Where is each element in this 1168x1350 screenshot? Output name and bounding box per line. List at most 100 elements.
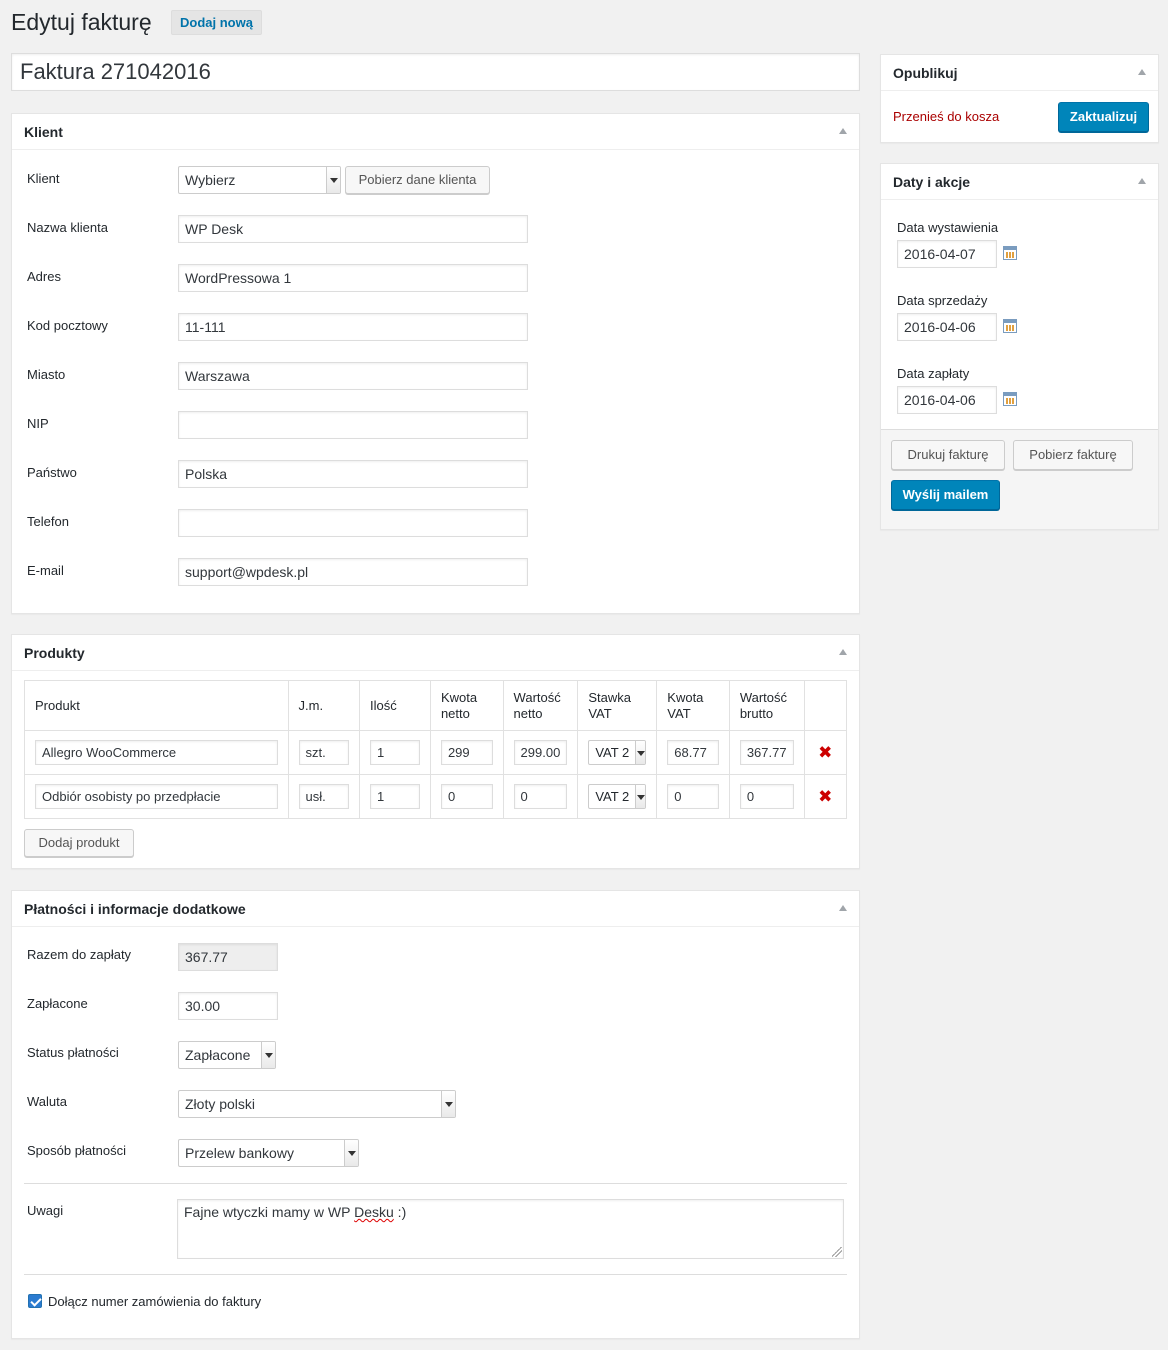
paid-label: Zapłacone [27,996,88,1011]
net-value-input[interactable]: 0 [513,784,568,809]
client-field-label: Miasto [27,367,66,382]
column-header: Wartość brutto [728,680,805,731]
payment-date-label: Data zapłaty [897,366,970,381]
issue-date-input[interactable]: 2016-04-07 [897,240,997,268]
fetch-client-button[interactable]: Pobierz dane klienta [345,166,490,194]
client-field-label: Adres [27,269,61,284]
client-select-value: Wybierz [185,172,236,188]
page-title: Edytuj fakturę [11,9,152,35]
resize-handle-icon[interactable] [832,1247,842,1257]
payment-date-input[interactable]: 2016-04-06 [897,386,997,414]
unit-input[interactable]: usł. [298,784,350,809]
products-box-title: Produkty [24,645,85,661]
notes-label: Uwagi [27,1203,64,1218]
send-email-button[interactable]: Wyślij mailem [891,480,1000,510]
collapse-arrow-icon[interactable] [839,649,847,655]
notes-textarea[interactable]: Fajne wtyczki mamy w WP Desku :) [177,1199,844,1259]
dates-box-header[interactable]: Daty i akcje [881,164,1158,200]
unit-input[interactable]: szt. [298,740,350,765]
collapse-arrow-icon[interactable] [839,905,847,911]
quantity-input[interactable]: 1 [370,784,420,809]
vat-rate-select[interactable]: VAT 2 [588,784,647,809]
client-box: Klient Klient Wybierz Pobierz dane klien… [11,113,860,614]
total-label: Razem do zapłaty [27,947,132,962]
divider [24,1274,847,1275]
currency-label: Waluta [27,1094,67,1109]
column-header: Kwota VAT [656,680,730,731]
vat-rate-value: VAT 2 [595,789,630,804]
notes-misspelled-word: Desku [354,1204,394,1220]
sale-date-input[interactable]: 2016-04-06 [897,313,997,341]
attach-order-number-checkbox[interactable] [28,1294,42,1308]
dropdown-arrow-icon [635,741,646,764]
product-name-input[interactable]: Odbiór osobisty po przedpłacie [35,784,278,809]
net-price-input[interactable]: 0 [440,784,493,809]
product-name-input[interactable]: Allegro WooCommerce [35,740,278,765]
email-input[interactable]: support@wpdesk.pl [178,558,528,586]
column-header: J.m. [287,680,361,731]
move-to-trash-link[interactable]: Przenieś do kosza [893,109,999,124]
payment-method-value: Przelew bankowy [185,1145,294,1161]
delete-row-icon[interactable]: ✖ [815,787,836,807]
dropdown-arrow-icon [326,167,340,193]
postal-code-input[interactable]: 11-111 [178,313,528,341]
calendar-icon[interactable] [1003,392,1017,406]
table-row: Odbiór osobisty po przedpłacie usł. 1 0 … [24,774,848,819]
vat-amount-input[interactable]: 68.77 [667,740,719,765]
dropdown-arrow-icon [344,1140,358,1166]
client-name-input[interactable]: WP Desk [178,215,528,243]
gross-value-input[interactable]: 0 [739,784,794,809]
dropdown-arrow-icon [635,785,646,808]
publish-box: Opublikuj Przenieś do kosza Zaktualizuj [880,54,1159,143]
add-new-button[interactable]: Dodaj nową [171,10,262,35]
payment-status-select[interactable]: Zapłacone [178,1041,276,1069]
calendar-icon[interactable] [1003,246,1017,260]
vat-rate-select[interactable]: VAT 2 [588,740,647,765]
column-header: Kwota netto [429,680,504,731]
payment-method-select[interactable]: Przelew bankowy [178,1139,359,1167]
country-input[interactable]: Polska [178,460,528,488]
payments-box-header[interactable]: Płatności i informacje dodatkowe [12,891,859,927]
quantity-input[interactable]: 1 [370,740,420,765]
address-input[interactable]: WordPressowa 1 [178,264,528,292]
print-invoice-button[interactable]: Drukuj fakturę [891,440,1005,470]
delete-row-icon[interactable]: ✖ [815,743,836,763]
vat-rate-value: VAT 2 [595,745,630,760]
currency-value: Złoty polski [185,1096,256,1112]
vat-amount-input[interactable]: 0 [667,784,719,809]
add-product-button[interactable]: Dodaj produkt [24,829,134,857]
client-field-label: Państwo [27,465,77,480]
column-header-empty [803,680,848,731]
client-box-header[interactable]: Klient [12,114,859,150]
client-select[interactable]: Wybierz [178,166,341,194]
dropdown-arrow-icon [261,1042,275,1068]
publish-box-header[interactable]: Opublikuj [881,55,1158,91]
net-value-input[interactable]: 299.00 [513,740,568,765]
total-input: 367.77 [178,943,278,971]
column-header: Ilość [359,680,431,731]
issue-date-label: Data wystawienia [897,220,999,235]
calendar-icon[interactable] [1003,319,1017,333]
paid-input[interactable]: 30.00 [178,992,278,1020]
collapse-arrow-icon[interactable] [839,128,847,134]
payment-status-label: Status płatności [27,1045,119,1060]
net-price-input[interactable]: 299 [440,740,493,765]
collapse-arrow-icon[interactable] [1138,178,1146,184]
phone-input[interactable] [178,509,528,537]
publish-box-title: Opublikuj [893,65,958,81]
city-input[interactable]: Warszawa [178,362,528,390]
gross-value-input[interactable]: 367.77 [739,740,794,765]
payment-status-value: Zapłacone [185,1047,251,1063]
divider [24,1183,847,1184]
products-box-header[interactable]: Produkty [12,635,859,671]
products-box: Produkty Produkt J.m. Ilość Kwota netto … [11,634,860,869]
sale-date-label: Data sprzedaży [897,293,988,308]
collapse-arrow-icon[interactable] [1138,69,1146,75]
client-select-label: Klient [27,171,60,186]
invoice-title-input[interactable]: Faktura 271042016 [11,53,860,91]
nip-input[interactable] [178,411,528,439]
attach-order-number-label[interactable]: Dołącz numer zamówienia do faktury [48,1294,261,1309]
update-button[interactable]: Zaktualizuj [1058,102,1149,132]
currency-select[interactable]: Złoty polski [178,1090,456,1118]
download-invoice-button[interactable]: Pobierz fakturę [1013,440,1133,470]
